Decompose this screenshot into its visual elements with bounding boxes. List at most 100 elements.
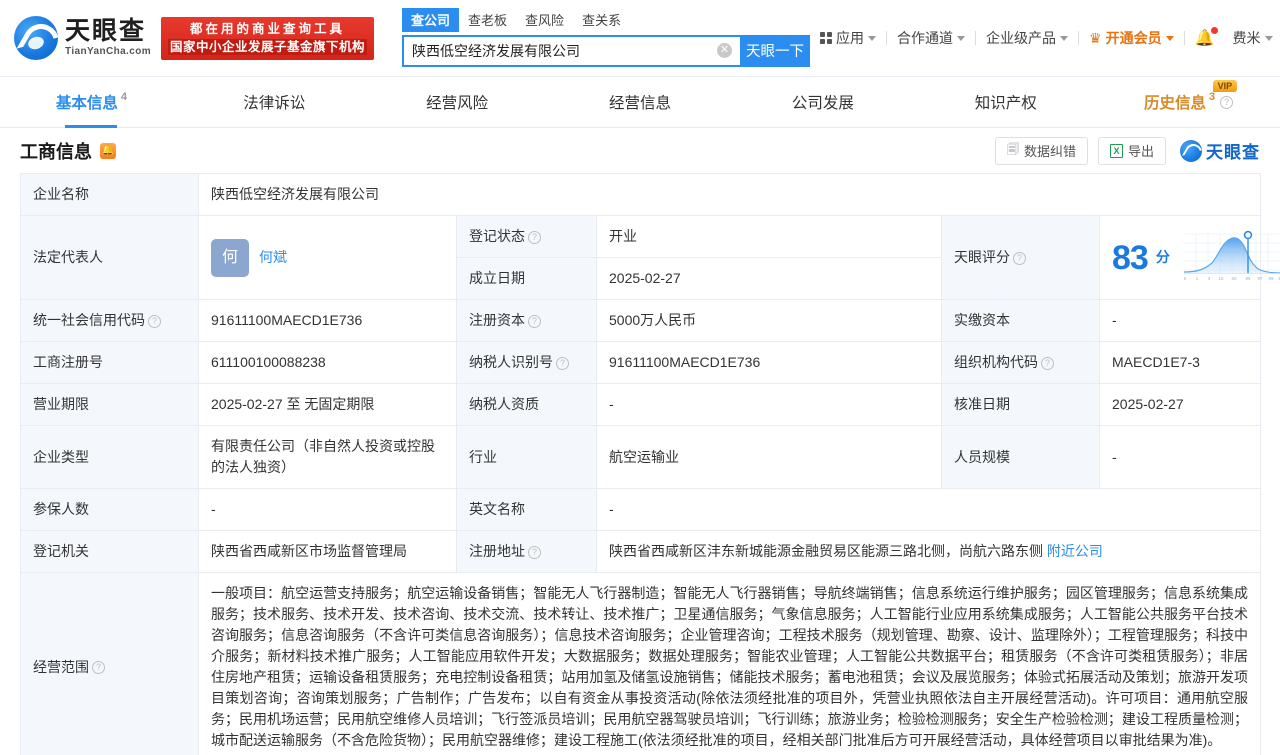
- legal-rep-name[interactable]: 何斌: [259, 247, 287, 268]
- logo-name-en: TianYanCha.com: [65, 46, 151, 57]
- help-icon[interactable]: ?: [1013, 251, 1026, 265]
- score-number: 83: [1112, 238, 1149, 277]
- data-correction-label: 数据纠错: [1023, 144, 1076, 159]
- search-tab-boss[interactable]: 查老板: [459, 8, 516, 32]
- chart-marker-dot: [1243, 230, 1253, 240]
- tab-company-development[interactable]: 公司发展: [731, 77, 914, 127]
- export-button[interactable]: X 导出: [1097, 136, 1166, 165]
- score-display: 83 分 0 1 3 15 50 85 97 99: [1112, 230, 1280, 285]
- taxpayer-qual-label: 纳税人资质: [456, 383, 597, 426]
- nav-item-apps-label: 应用: [836, 30, 865, 46]
- industry-label: 行业: [456, 425, 597, 489]
- score-unit: 分: [1155, 249, 1170, 265]
- notification-dot: [1210, 27, 1218, 34]
- nav-item-membership[interactable]: ♛ 开通会员: [1079, 28, 1184, 48]
- reg-status-value: 开业: [596, 215, 942, 258]
- help-icon[interactable]: ?: [528, 230, 541, 244]
- clear-icon[interactable]: ✕: [717, 43, 733, 58]
- help-icon[interactable]: ?: [92, 661, 105, 675]
- tab-basic-info[interactable]: 基本信息 4: [0, 77, 183, 127]
- nav-item-enterprise-products[interactable]: 企业级产品: [976, 28, 1078, 48]
- help-icon[interactable]: ?: [528, 545, 541, 559]
- tab-historical-info[interactable]: VIP 历史信息 3 ?: [1097, 77, 1280, 127]
- tab-intellectual-property[interactable]: 知识产权: [914, 77, 1097, 127]
- chevron-down-icon: [868, 35, 877, 41]
- table-row: 登记机关 陕西省西咸新区市场监督管理局 注册地址? 陕西省西咸新区沣东新城能源金…: [20, 530, 1262, 573]
- biz-term-label: 营业期限: [20, 383, 199, 426]
- table-row: 参保人数 - 英文名称 -: [20, 488, 1262, 531]
- watermark-label: 天眼查: [1206, 143, 1260, 162]
- tab-business-info-label: 经营信息: [609, 95, 672, 112]
- help-icon[interactable]: ?: [528, 314, 541, 328]
- table-row: 法定代表人 何 何斌 登记状态? 开业 天眼评分? 83 分 0 1 3 15 …: [20, 215, 1280, 300]
- help-icon[interactable]: ?: [1041, 356, 1054, 370]
- reg-capital-value: 5000万人民币: [596, 299, 942, 342]
- vip-badge: VIP: [1212, 80, 1238, 92]
- score-value-cell: 83 分 0 1 3 15 50 85 97 99: [1098, 215, 1280, 300]
- credit-code-label: 统一社会信用代码?: [20, 299, 199, 342]
- tab-basic-info-label: 基本信息: [55, 95, 118, 112]
- search-tab-relation[interactable]: 查关系: [573, 8, 630, 32]
- legal-rep-person[interactable]: 何 何斌: [211, 238, 444, 277]
- notification-bell-button[interactable]: 🔔: [1185, 27, 1223, 48]
- promo-line-2: 国家中小企业发展子基金旗下机构: [168, 38, 368, 55]
- taxpayer-id-label: 纳税人识别号?: [456, 341, 597, 384]
- search-tabs: 查公司 查老板 查风险 查关系: [402, 7, 810, 32]
- tab-business-risk-label: 经营风险: [426, 95, 489, 112]
- help-icon[interactable]: ?: [148, 314, 161, 328]
- legal-rep-value: 何 何斌: [198, 215, 457, 300]
- promo-banner: 都在用的商业查询工具 国家中小企业发展子基金旗下机构: [161, 16, 375, 60]
- reg-address-label-text: 注册地址: [469, 543, 525, 559]
- logo-name-cn: 天眼查: [65, 17, 147, 45]
- staff-size-label: 人员规模: [941, 425, 1100, 489]
- scope-value: 一般项目：航空运营支持服务；航空运输设备销售；智能无人飞行器制造；智能无人飞行器…: [197, 572, 1262, 755]
- table-row: 营业期限 2025-02-27 至 无固定期限 纳税人资质 - 核准日期 202…: [20, 383, 1262, 426]
- reg-capital-label-text: 注册资本: [469, 312, 525, 328]
- reg-address-text: 陕西省西咸新区沣东新城能源金融贸易区能源三路北侧，尚航六路东侧: [609, 543, 1043, 559]
- company-name-value: 陕西低空经济发展有限公司: [197, 173, 1262, 216]
- reg-address-label: 注册地址?: [456, 530, 597, 573]
- search-tab-risk[interactable]: 查风险: [516, 8, 573, 32]
- nav-item-membership-label: 开通会员: [1105, 30, 1162, 46]
- company-info-table-wrapper: 企业名称 陕西低空经济发展有限公司 法定代表人 何 何斌 登记状态? 开业 天眼…: [0, 173, 1280, 755]
- nav-item-apps[interactable]: 应用: [810, 28, 886, 48]
- section-actions: 🗐 数据纠错 X 导出 天眼查: [994, 136, 1260, 165]
- svg-text:1: 1: [1196, 276, 1199, 281]
- company-type-label: 企业类型: [20, 425, 199, 489]
- svg-text:97: 97: [1257, 276, 1262, 281]
- english-name-label: 英文名称: [456, 488, 597, 531]
- tab-historical-info-count: 3: [1209, 91, 1216, 103]
- nav-item-user[interactable]: 费米: [1223, 28, 1280, 48]
- top-navigation: 应用 合作通道 企业级产品 ♛ 开通会员 🔔 费米: [810, 27, 1280, 48]
- english-name-value: -: [595, 488, 1262, 531]
- site-logo[interactable]: 天眼查 TianYanCha.com: [14, 16, 151, 60]
- paid-capital-label: 实缴资本: [941, 299, 1100, 342]
- svg-text:50: 50: [1231, 276, 1236, 281]
- search-button[interactable]: 天眼一下: [740, 34, 811, 67]
- chevron-down-icon: [957, 35, 966, 41]
- company-name-label: 企业名称: [20, 173, 199, 216]
- alert-bell-icon[interactable]: 🔔: [100, 142, 116, 159]
- search-tab-company[interactable]: 查公司: [402, 7, 460, 32]
- credit-code-label-text: 统一社会信用代码: [33, 312, 145, 328]
- tab-legal-proceedings-label: 法律诉讼: [243, 95, 306, 112]
- tab-legal-proceedings[interactable]: 法律诉讼: [183, 77, 366, 127]
- search-block: 查公司 查老板 查风险 查关系 ✕ 天眼一下: [402, 7, 811, 67]
- nav-item-partner[interactable]: 合作通道: [887, 28, 975, 48]
- chevron-down-icon: [1165, 35, 1174, 41]
- help-icon[interactable]: ?: [1220, 95, 1234, 109]
- data-correction-button[interactable]: 🗐 数据纠错: [994, 136, 1088, 165]
- logo-text: 天眼查 TianYanCha.com: [65, 19, 151, 57]
- help-icon[interactable]: ?: [556, 356, 569, 370]
- tab-business-risk[interactable]: 经营风险: [366, 77, 549, 127]
- company-type-value: 有限责任公司（非自然人投资或控股的法人独资）: [198, 425, 457, 489]
- search-input[interactable]: [412, 42, 718, 59]
- tab-business-info[interactable]: 经营信息: [549, 77, 732, 127]
- org-code-label-text: 组织机构代码: [954, 354, 1038, 370]
- nearby-companies-link[interactable]: 附近公司: [1047, 543, 1103, 559]
- found-date-value: 2025-02-27: [596, 257, 942, 300]
- score-label-text: 天眼评分: [954, 249, 1010, 265]
- biz-reg-no-value: 611100100088238: [198, 341, 457, 384]
- tianyancha-mini-logo-icon: [1180, 139, 1202, 162]
- reg-authority-value: 陕西省西咸新区市场监督管理局: [198, 530, 457, 573]
